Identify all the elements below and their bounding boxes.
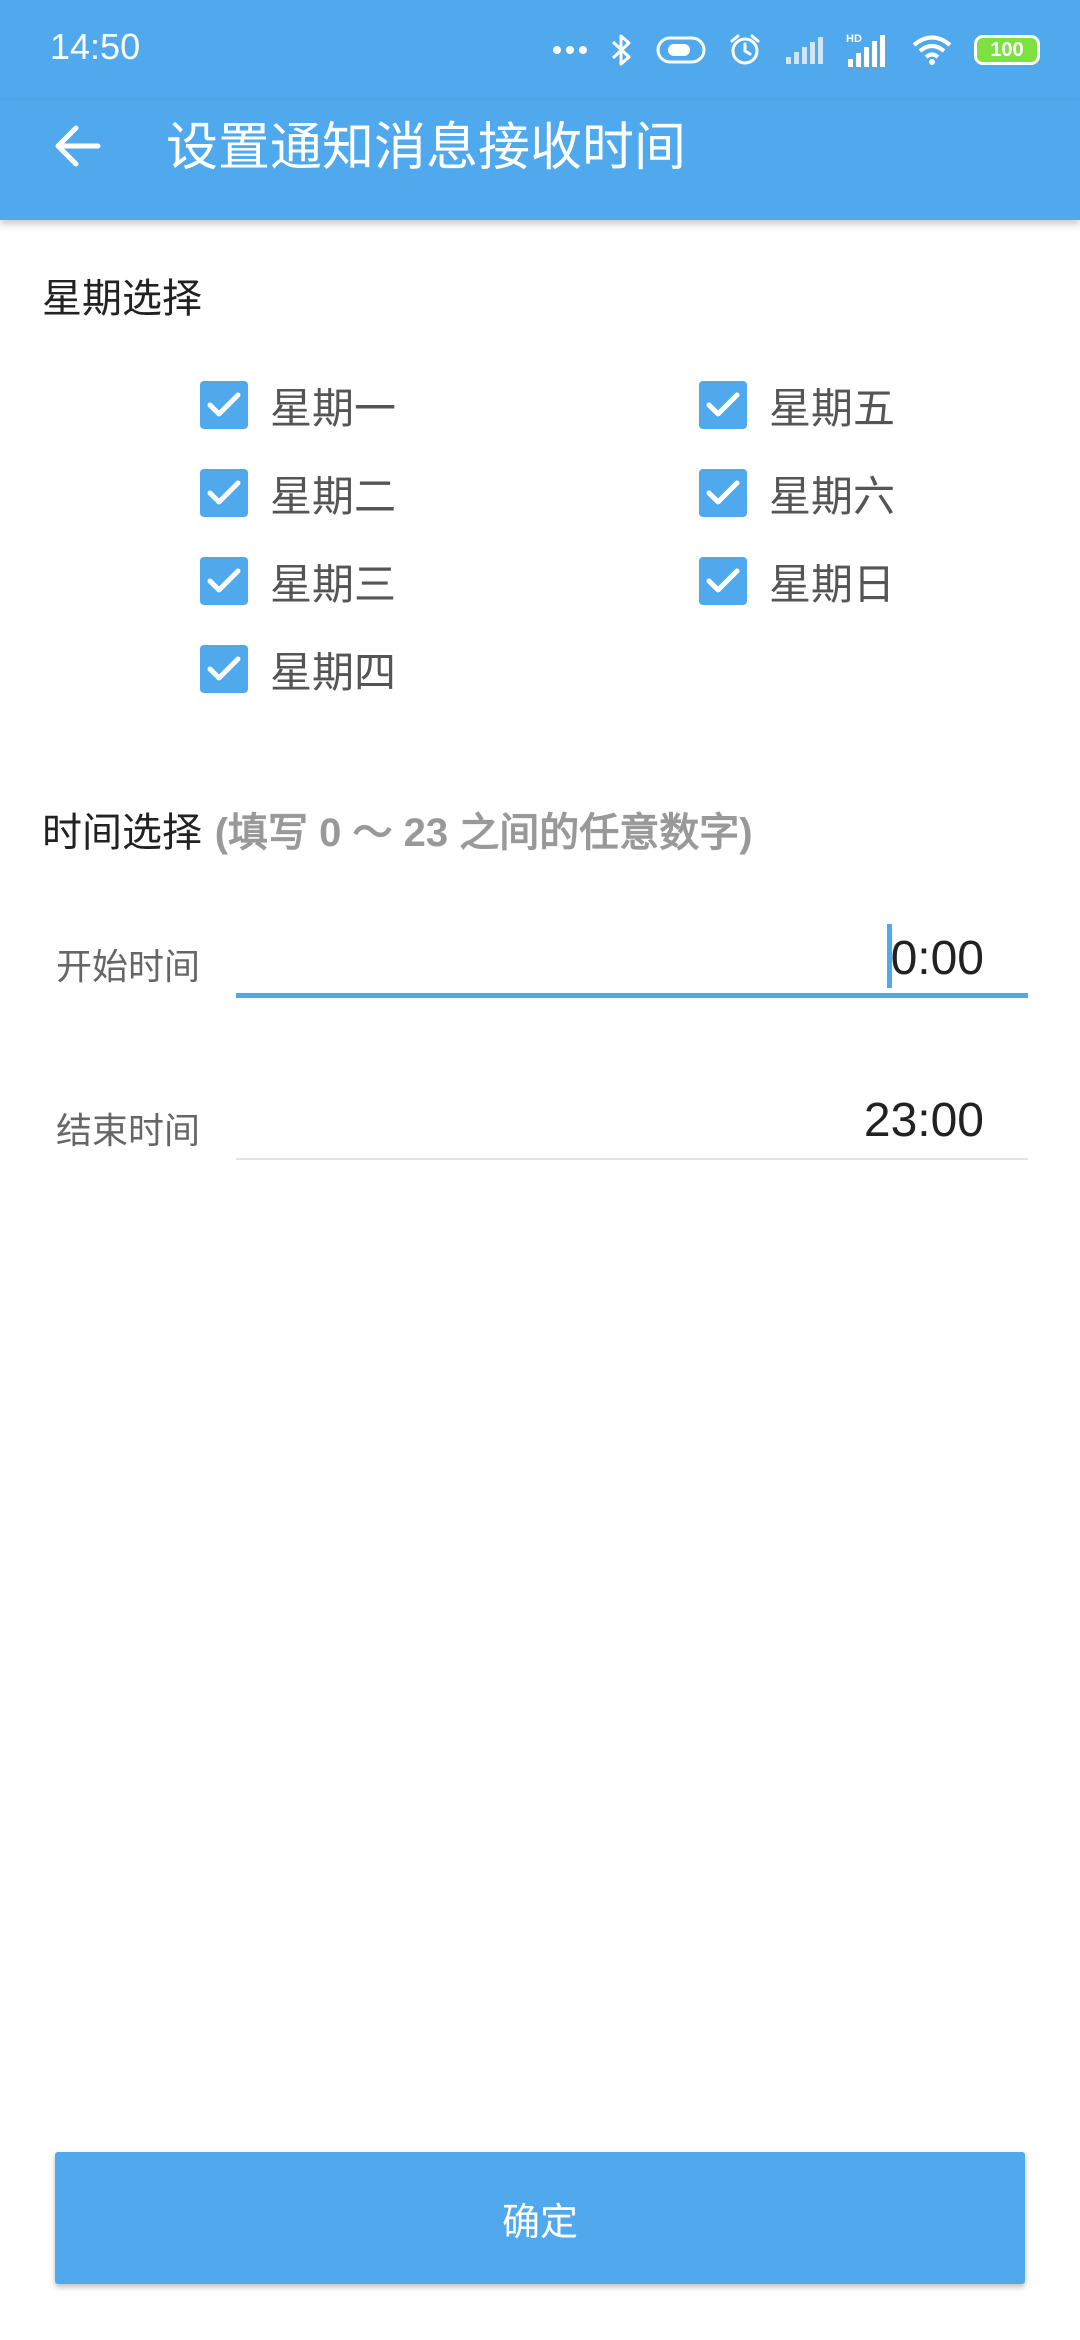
checkbox-checked-icon[interactable] xyxy=(699,381,747,429)
weekday-checkbox-monday[interactable]: 星期一 xyxy=(200,379,396,433)
time-section-hint: (填写 0 ～ 23 之间的任意数字) xyxy=(214,811,753,855)
weekday-label: 星期日 xyxy=(769,559,896,609)
arrow-left-icon xyxy=(54,124,102,172)
weekday-label: 星期二 xyxy=(270,471,397,521)
signal-hd-icon: HD xyxy=(846,32,890,68)
weekday-label: 星期四 xyxy=(270,647,397,697)
weekday-label: 星期一 xyxy=(270,383,397,433)
more-dots-icon xyxy=(552,45,588,55)
status-icons: HD 100 xyxy=(552,24,1040,76)
weekday-label: 星期六 xyxy=(769,471,896,521)
wifi-icon xyxy=(912,34,952,66)
start-time-underline xyxy=(236,993,1028,998)
checkbox-checked-icon[interactable] xyxy=(200,645,248,693)
checkbox-checked-icon[interactable] xyxy=(699,469,747,517)
status-time: 14:50 xyxy=(50,26,141,67)
toggle-icon xyxy=(656,36,706,64)
weekday-checkbox-sunday[interactable]: 星期日 xyxy=(699,555,895,609)
weekday-label: 星期五 xyxy=(769,383,896,433)
battery-icon: 100 xyxy=(974,35,1040,65)
start-time-input[interactable]: 0:00 xyxy=(236,918,1028,998)
status-bar: 14:50 HD 100 xyxy=(0,0,1080,100)
time-section-title: 时间选择 (填写 0 ～ 23 之间的任意数字) xyxy=(42,800,753,858)
start-time-label: 开始时间 xyxy=(56,947,201,988)
end-time-value[interactable]: 23:00 xyxy=(864,1093,984,1148)
end-time-input[interactable]: 23:00 xyxy=(236,1080,1028,1160)
weekday-checkbox-wednesday[interactable]: 星期三 xyxy=(200,555,396,609)
weekday-label: 星期三 xyxy=(270,559,397,609)
back-button[interactable] xyxy=(48,118,108,178)
bluetooth-icon xyxy=(610,33,634,67)
alarm-icon xyxy=(728,33,762,67)
weekday-checkbox-tuesday[interactable]: 星期二 xyxy=(200,467,396,521)
time-section-title-text: 时间选择 xyxy=(42,810,202,856)
app-bar: 设置通知消息接收时间 xyxy=(0,100,1080,220)
checkbox-checked-icon[interactable] xyxy=(699,557,747,605)
end-time-underline xyxy=(236,1158,1028,1160)
page-title: 设置通知消息接收时间 xyxy=(166,118,687,178)
start-time-value[interactable]: 0:00 xyxy=(891,931,984,986)
weekday-section-title: 星期选择 xyxy=(42,276,202,322)
checkbox-checked-icon[interactable] xyxy=(200,381,248,429)
weekday-checkbox-saturday[interactable]: 星期六 xyxy=(699,467,895,521)
checkbox-checked-icon[interactable] xyxy=(200,469,248,517)
confirm-button[interactable]: 确定 xyxy=(55,2152,1025,2284)
hd-label: HD xyxy=(846,33,862,45)
weekday-checkbox-friday[interactable]: 星期五 xyxy=(699,379,895,433)
signal-icon xyxy=(784,35,824,65)
checkbox-checked-icon[interactable] xyxy=(200,557,248,605)
end-time-label: 结束时间 xyxy=(56,1111,201,1152)
weekday-checkbox-thursday[interactable]: 星期四 xyxy=(200,643,396,697)
